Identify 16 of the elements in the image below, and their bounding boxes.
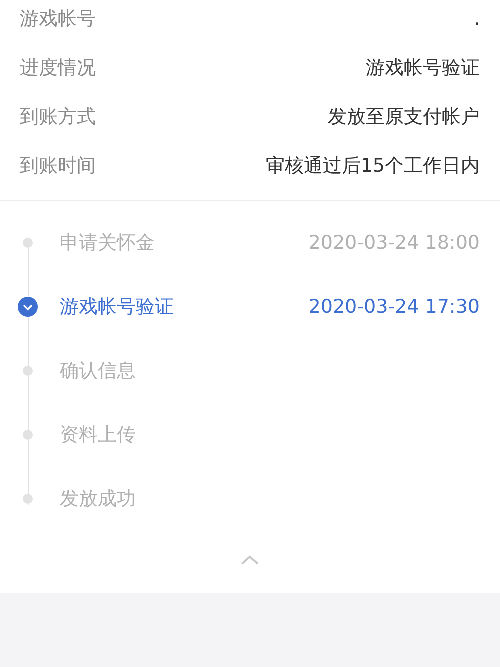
- field-label: 进度情况: [20, 56, 96, 80]
- step-name: 申请关怀金: [60, 231, 156, 256]
- field-label: 到账方式: [20, 104, 96, 130]
- step-name: 确认信息: [60, 359, 137, 384]
- field-value: 发放至原支付帐户: [328, 104, 480, 130]
- step-name: 游戏帐号验证: [60, 295, 175, 320]
- field-value: 审核通过后15个工作日内: [266, 154, 480, 178]
- field-label: 到账时间: [20, 154, 96, 178]
- step-time: 2020-03-24 17:30: [308, 296, 480, 318]
- field-value: 游戏帐号验证: [366, 56, 480, 80]
- step-name: 资料上传: [60, 423, 137, 448]
- field-value: .: [474, 8, 480, 30]
- field-label: 游戏帐号: [20, 6, 96, 32]
- collapse-icon[interactable]: [240, 555, 260, 565]
- step-time: 2020-03-24 18:00: [308, 232, 480, 254]
- step-name: 发放成功: [60, 487, 137, 512]
